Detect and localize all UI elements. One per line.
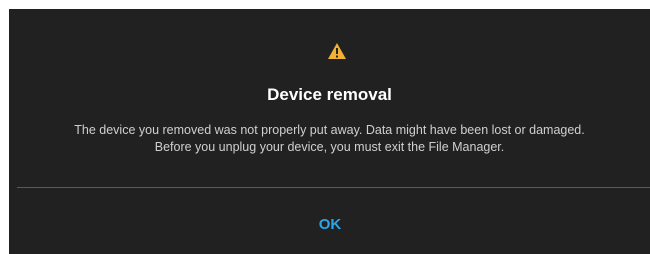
dialog-message-line-2: Before you unplug your device, you must … [154,140,505,154]
dialog-message-line-1: The device you removed was not properly … [74,123,585,137]
screen: Device removal The device you removed wa… [0,0,650,254]
device-removal-dialog: Device removal The device you removed wa… [9,9,650,254]
ok-button[interactable]: OK [299,209,361,241]
warning-icon [328,43,346,59]
dialog-title: Device removal [267,85,392,104]
dialog-message: The device you removed was not properly … [9,122,650,156]
divider [17,187,650,188]
